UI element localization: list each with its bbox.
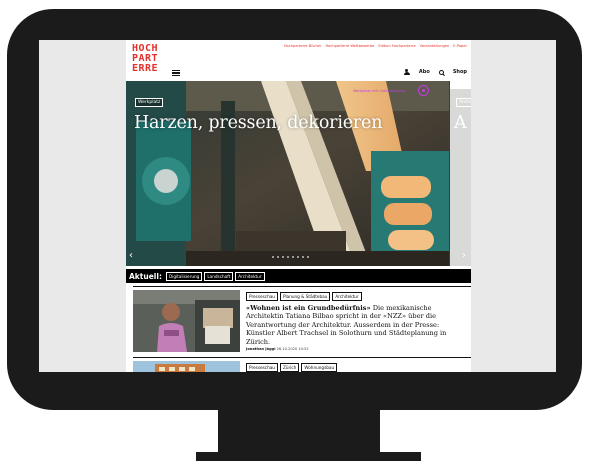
slider-dot[interactable] — [302, 256, 304, 258]
article-tag[interactable]: Architektur — [332, 292, 362, 301]
abo-link[interactable]: Abo — [419, 69, 430, 75]
monitor-screen: HOCH PART ERRE Hochparterre Bücher Hochp… — [39, 40, 556, 372]
aktuell-bar: Aktuell: Digitalisierung Landschaft Arch… — [126, 269, 471, 283]
user-icon[interactable] — [403, 69, 410, 75]
next-slide-tag: Archit — [456, 98, 471, 107]
topic-chip[interactable]: Landschaft — [204, 271, 234, 281]
hero-tag[interactable]: Werkplatz — [135, 98, 164, 107]
article-body: Presseschau Planung & Städtebau Architek… — [246, 292, 468, 351]
article-date: 26.10.2020 10:52 — [276, 347, 309, 352]
slider-dot[interactable] — [277, 256, 279, 258]
article-body: Presseschau Zürich Wohnungsbau — [246, 363, 468, 372]
slider-dot[interactable] — [287, 256, 289, 258]
sponsor-logo-icon[interactable] — [418, 85, 429, 96]
nav-link-buecher[interactable]: Hochparterre Bücher — [284, 44, 322, 48]
website: HOCH PART ERRE Hochparterre Bücher Hochp… — [126, 40, 471, 372]
slider-dot[interactable] — [297, 256, 299, 258]
article-text[interactable]: «Wohnen ist ein Grundbedürfnis» Die mexi… — [246, 304, 468, 347]
top-navigation: Hochparterre Bücher Hochparterre Wettbew… — [284, 44, 467, 48]
article-teaser[interactable]: Presseschau Planung & Städtebau Architek… — [133, 286, 471, 355]
slider-dot[interactable] — [282, 256, 284, 258]
article-tag[interactable]: Wohnungsbau — [301, 363, 338, 372]
chevron-left-icon[interactable]: ‹ — [129, 251, 133, 261]
article-teaser[interactable]: Presseschau Zürich Wohnungsbau — [133, 357, 471, 372]
article-tag[interactable]: Zürich — [279, 363, 300, 372]
article-tag[interactable]: Presseschau — [246, 363, 278, 372]
article-tags: Presseschau Zürich Wohnungsbau — [246, 363, 468, 372]
hero-image — [126, 81, 449, 266]
next-slide-title: A — [454, 113, 467, 133]
article-thumbnail — [133, 361, 240, 372]
nav-link-wettbewerbe[interactable]: Hochparterre Wettbewerbe — [325, 44, 374, 48]
aktuell-label: Aktuell: — [129, 271, 162, 281]
utility-navigation: Abo Shop — [403, 69, 467, 75]
slider-dot[interactable] — [307, 256, 309, 258]
search-icon[interactable] — [438, 69, 444, 75]
nav-link-epaper[interactable]: E-Paper — [453, 44, 467, 48]
article-thumbnail — [133, 290, 240, 352]
nav-link-veranstaltungen[interactable]: Veranstaltungen — [420, 44, 450, 48]
article-meta: Jonathan Jäggi 26.10.2020 10:52 — [246, 347, 468, 351]
monitor-stand — [218, 407, 380, 454]
slider-dot[interactable] — [292, 256, 294, 258]
logo-line: ERRE — [132, 63, 159, 74]
topic-chip[interactable]: Architektur — [235, 271, 265, 281]
next-slide-gap — [450, 81, 471, 89]
monitor-base — [196, 452, 421, 461]
hamburger-menu-icon[interactable] — [172, 70, 180, 76]
topic-chip[interactable]: Digitalisierung — [165, 271, 203, 281]
nav-link-edition[interactable]: Edition Hochparterre — [378, 44, 415, 48]
shop-link[interactable]: Shop — [453, 69, 467, 75]
slider-dot[interactable] — [272, 256, 274, 258]
article-tags: Presseschau Planung & Städtebau Architek… — [246, 292, 468, 301]
slider-dots — [272, 256, 309, 258]
article-tag[interactable]: Presseschau — [246, 292, 278, 301]
hero-slider[interactable]: Werkplatz Harzen, pressen, dekorieren Ar… — [126, 81, 471, 266]
article-tag[interactable]: Planung & Städtebau — [279, 292, 331, 301]
article-author: Jonathan Jäggi — [246, 347, 276, 352]
chevron-right-icon[interactable]: › — [462, 251, 466, 261]
site-logo[interactable]: HOCH PART ERRE — [132, 44, 170, 74]
hero-title[interactable]: Harzen, pressen, dekorieren — [134, 113, 382, 133]
sponsor-text: Werkplatz mit Unterstützung — [353, 89, 405, 93]
article-headline[interactable]: «Wohnen ist ein Grundbedürfnis» — [246, 304, 371, 312]
